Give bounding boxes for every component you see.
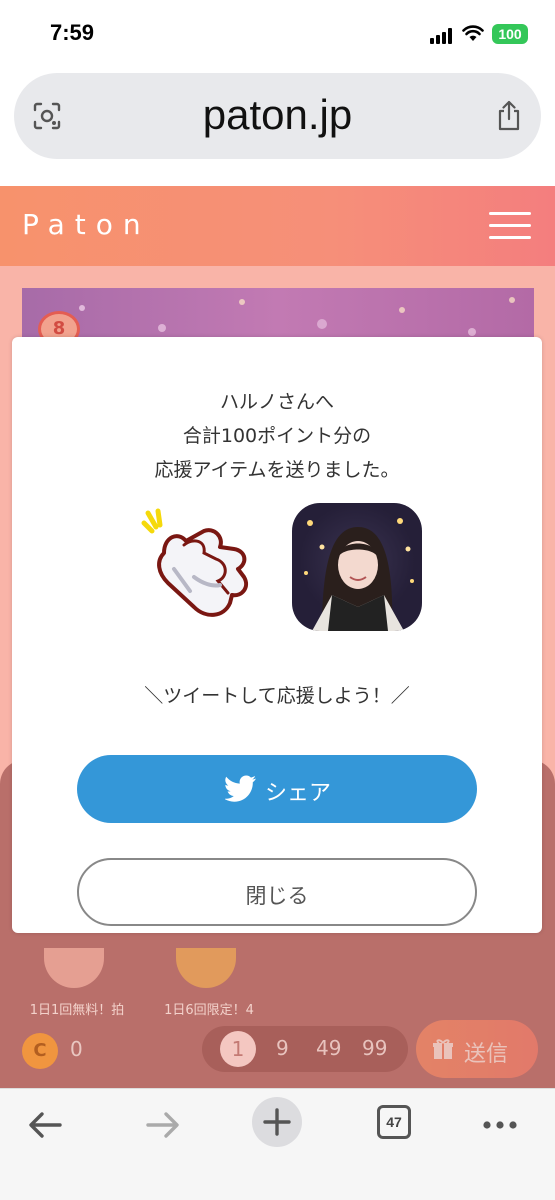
new-tab-button[interactable] — [252, 1097, 302, 1147]
quantity-option-99[interactable]: 99 — [362, 1036, 387, 1060]
address-bar[interactable]: paton.jp — [14, 73, 541, 159]
browser-toolbar: 47 — [0, 1088, 555, 1200]
coin-count: 0 — [70, 1037, 83, 1061]
clap-item-icon — [44, 948, 104, 988]
screen: 7:59 100 paton.jp Paton 8 1日1回無料！拍 1日6回限… — [0, 0, 555, 1200]
message-line-sent: 応援アイテムを送りました。 — [154, 459, 400, 481]
site-logo[interactable]: Paton — [22, 208, 151, 241]
wifi-icon — [462, 25, 484, 41]
battery-icon: 100 — [492, 24, 528, 44]
tab-switcher-button[interactable]: 47 — [377, 1105, 411, 1139]
send-button[interactable]: 送信 — [416, 1020, 538, 1078]
gift-sent-modal: ハルノさんへ 合計100ポイント分の 応援アイテムを送りました。 ＼ツイートして… — [12, 337, 542, 933]
recipient-photo — [292, 503, 422, 631]
twitter-bird-icon — [225, 775, 256, 802]
site-header: Paton — [0, 186, 555, 266]
hamburger-menu-icon[interactable] — [489, 212, 531, 240]
clapping-hands-icon — [141, 508, 249, 617]
status-bar: 7:59 100 — [0, 0, 555, 70]
quantity-option-1[interactable]: 1 — [220, 1031, 256, 1067]
tweet-prompt: ＼ツイートして応援しよう！／ — [144, 685, 410, 707]
quantity-option-49[interactable]: 49 — [316, 1036, 341, 1060]
item-card-limited[interactable]: 1日6回限定！4 — [146, 940, 272, 1020]
message-line-recipient: ハルノさんへ — [219, 391, 334, 413]
send-label: 送信 — [464, 1042, 509, 1067]
forward-arrow-icon[interactable] — [138, 1101, 186, 1149]
item-icon — [176, 948, 236, 988]
gift-icon — [433, 1039, 453, 1059]
item-label: 1日1回無料！拍 — [29, 1003, 125, 1018]
close-label: 閉じる — [245, 884, 309, 908]
back-arrow-icon[interactable] — [22, 1101, 70, 1149]
plus-icon — [263, 1108, 291, 1136]
close-button[interactable]: 閉じる — [77, 858, 477, 926]
status-time: 7:59 — [50, 20, 95, 45]
share-on-twitter-button[interactable]: シェア — [77, 755, 477, 823]
quantity-option-9[interactable]: 9 — [276, 1036, 289, 1060]
share-icon[interactable] — [495, 99, 523, 131]
item-label: 1日6回限定！4 — [164, 1003, 254, 1018]
share-label: シェア — [265, 781, 332, 806]
message-line-points: 合計100ポイント分の — [182, 425, 372, 447]
cellular-signal-icon — [430, 28, 456, 44]
item-card-free-clap[interactable]: 1日1回無料！拍 — [14, 940, 140, 1020]
more-options-icon[interactable] — [476, 1101, 524, 1149]
quantity-selector: 1 9 49 99 — [202, 1026, 408, 1072]
url-text[interactable]: paton.jp — [14, 91, 541, 139]
coin-icon: C — [22, 1033, 58, 1069]
